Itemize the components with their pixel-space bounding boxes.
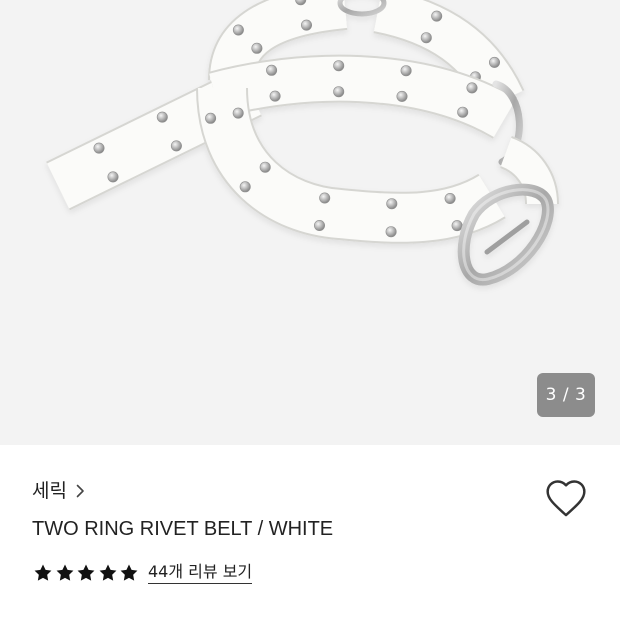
rivet [466,82,478,94]
buckle-prong [484,219,530,255]
belt [46,0,559,286]
rivet [300,19,312,31]
rivet [205,112,217,124]
rivet [232,24,244,36]
rivet [232,107,244,119]
rivet [451,220,463,232]
rivet [266,64,278,76]
star-icon [120,564,138,581]
rivet [107,171,119,183]
star-icon [56,564,73,581]
rivet [333,86,345,98]
product-name: TWO RING RIVET BELT / WHITE [32,518,334,540]
chevron-right-icon [76,484,84,498]
rivet [251,42,263,54]
rivet [386,198,398,210]
star-icon [77,564,95,581]
rivet [444,193,456,205]
rivet [269,90,281,102]
rivet [170,140,182,152]
rivet [313,220,325,232]
rivet [333,60,345,72]
rivet [400,65,412,77]
product-image-gallery[interactable]: 3 / 3 [0,0,620,445]
product-photo [46,0,559,286]
belt-top-ring [337,0,387,17]
rivet [396,90,408,102]
heart-icon [546,480,586,517]
star-icon [99,564,116,581]
rivet [457,106,469,118]
star-icon [34,564,52,581]
brand-link[interactable]: 세릭 [32,479,85,503]
rivet [319,192,331,204]
rivet [93,142,105,154]
rivet [420,32,432,44]
rivet [488,56,500,68]
rivet [156,111,168,123]
image-counter-badge: 3 / 3 [537,373,595,417]
rivet [431,10,443,22]
rivet [239,181,251,193]
star-rating [33,563,139,583]
brand-name: 세릭 [32,480,67,502]
rivet [259,161,271,173]
review-link[interactable]: 44개 리뷰 보기 [148,561,253,584]
wishlist-button[interactable] [544,476,588,520]
rivet [385,226,397,238]
